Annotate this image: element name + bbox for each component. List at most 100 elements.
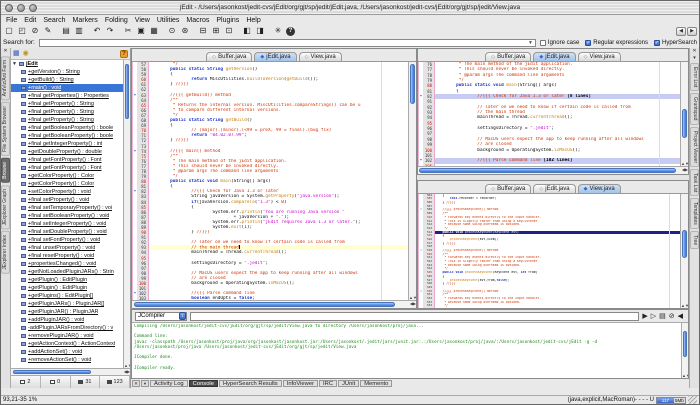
tree-item[interactable]: +getVersion() : String [11, 68, 123, 76]
text-area[interactable]: 57 */58 public static String getVersion(… [132, 62, 408, 300]
tree-item[interactable]: +setColorProperty() : void [11, 188, 123, 196]
vertical-scrollbar[interactable]: ▲▼ [408, 62, 416, 300]
checkbox[interactable]: ✓ [654, 40, 660, 46]
scrollbar-thumb[interactable] [683, 331, 687, 357]
buffer-tab-buffer-java[interactable]: ◇Buffer.java [485, 184, 531, 193]
menu-item-utilities[interactable]: Utilities [157, 17, 180, 24]
buffer-tab-buffer-java[interactable]: ◇Buffer.java [206, 52, 252, 61]
text-area[interactable]: 504 {505 this.recorder = recorder;506 } … [418, 194, 680, 308]
dock-tab-file-system-browser[interactable]: File System Browser [1, 102, 10, 156]
checkbox[interactable]: ✓ [585, 40, 591, 46]
split-vertical-icon[interactable]: ⊡ [224, 26, 234, 37]
tree-item[interactable]: +getPlugins() : EditPlugin[] [11, 292, 123, 300]
tree-item[interactable]: +getBuild() : String [11, 76, 123, 84]
filter-button-31[interactable]: 31 [71, 376, 101, 388]
scrollbar-arrows[interactable]: ◀▶ [682, 168, 688, 172]
console-command-input[interactable] [190, 312, 639, 321]
scrollbar-thumb[interactable] [682, 230, 687, 257]
cut-icon[interactable]: ✂ [123, 26, 133, 37]
tree-item[interactable]: +final getBooleanProperty() : boole [11, 124, 123, 132]
plugin-manager-icon[interactable]: ✳ [273, 26, 283, 37]
tree-item[interactable]: +addPluginJAR() : void [11, 316, 123, 324]
open-file-icon[interactable]: ◰ [17, 26, 27, 37]
buffer-tab-view-java[interactable]: ◆View.java [578, 184, 621, 193]
buffer-tab-jedit-java[interactable]: ◆jEdit.java [533, 52, 575, 61]
tree-item[interactable]: +final getFontProperty() : Font [11, 164, 123, 172]
tree-item[interactable]: +final getProperty() : String [11, 108, 123, 116]
tree-item[interactable]: +getActionContext() : ActionContext [11, 340, 123, 348]
console-shell-select[interactable]: JCompiler ↕ [135, 312, 187, 321]
memory-gauge[interactable]: 117 5Mb [656, 397, 686, 404]
dock-tab-task-list[interactable]: Task List [690, 169, 699, 196]
resize-grip[interactable] [688, 396, 697, 404]
checkbox[interactable] [540, 40, 546, 46]
dock-menu-icon[interactable]: ▾ [141, 380, 149, 387]
scrollbar-arrows[interactable]: ▲▼ [681, 304, 688, 308]
close-buffer-icon[interactable]: ⊘ [30, 26, 40, 37]
class-view-icon[interactable]: ▦ [13, 49, 20, 59]
scrollbar-thumb[interactable] [13, 370, 91, 374]
tree-item[interactable]: +removeActionSet() : void [11, 356, 123, 364]
previous-buffer-icon[interactable]: ◧ [242, 26, 252, 37]
save-output-icon[interactable]: ▤ [659, 312, 666, 320]
run-to-buffer-icon[interactable]: ▷ [651, 312, 656, 320]
select-stepper-icon[interactable]: ↕ [179, 312, 186, 320]
dock-tab-jexplorer-index[interactable]: JExplorer Index [1, 231, 10, 274]
unsplit-icon[interactable]: ⊟ [198, 26, 208, 37]
dock-tab-junit[interactable]: JUnit [338, 380, 359, 387]
dock-menu-icon[interactable]: ▾ [693, 55, 696, 62]
tree-item[interactable]: +final setDoubleProperty() : void [11, 228, 123, 236]
dock-tab-jexplorer-graph[interactable]: JExplorer Graph [1, 185, 10, 229]
search-input[interactable]: ▼ [39, 39, 536, 47]
menu-item-edit[interactable]: Edit [24, 17, 36, 24]
vertical-scrollbar[interactable]: ▲▼ [680, 62, 688, 166]
dock-tab-infoviewer[interactable]: InfoViewer [283, 380, 318, 387]
split-horizontal-icon[interactable]: ⊞ [211, 26, 221, 37]
scrollbar-thumb[interactable] [419, 168, 676, 173]
tree-item[interactable]: +final unsetProperty() : void [11, 244, 123, 252]
print-icon[interactable]: ▤ [61, 26, 71, 37]
title-bar[interactable]: jEdit - /Users/jasonkost/jedit-cvs/jEdit… [1, 1, 699, 15]
close-dock-icon[interactable]: ✕ [3, 48, 7, 55]
code-line[interactable]: 534 */ [419, 304, 680, 308]
dock-tab-activity-log[interactable]: Activity Log [150, 380, 188, 387]
tree-item[interactable]: +getPluginJARs() : PluginJAR[] [11, 300, 123, 308]
dock-tab-hypersearch-results[interactable]: HyperSearch Results [219, 380, 282, 387]
paste-icon[interactable]: ▦ [149, 26, 159, 37]
tree-item[interactable]: +final getFontProperty() : Font [11, 156, 123, 164]
filter-button-123[interactable]: 123 [100, 376, 130, 388]
tree-item[interactable]: +getColorProperty() : Color [11, 172, 123, 180]
tree-item[interactable]: +getColorProperty() : Color [11, 180, 123, 188]
run-icon[interactable]: ▶ [642, 312, 647, 320]
menu-item-file[interactable]: File [6, 17, 17, 24]
dock-tab-antviz-ant-farm[interactable]: AntViz/Ant Farm [1, 56, 10, 100]
tree-item[interactable]: +final setTemporaryProperty() : voi [11, 204, 123, 212]
buffer-tab-view-java[interactable]: ◇View.java [578, 52, 621, 61]
dock-tab-error-list[interactable]: Error List [690, 63, 699, 91]
tree-item[interactable]: +propertiesChanged() : void [11, 260, 123, 268]
tree-item[interactable]: +final getIntegerProperty() : int [11, 140, 123, 148]
edit-pencil-icon[interactable]: ✎ [43, 26, 53, 37]
tree-item[interactable]: +removePluginJAR() : void [11, 332, 123, 340]
tree-item[interactable]: +getPlugin() : EditPlugin [11, 284, 123, 292]
tree-item[interactable]: +final getBooleanProperty() : boole [11, 132, 123, 140]
scrollbar-thumb[interactable] [134, 302, 395, 307]
page-setup-icon[interactable]: ▥ [74, 26, 84, 37]
dock-tab-project-viewer[interactable]: Project Viewer [690, 127, 699, 167]
menu-item-macros[interactable]: Macros [186, 17, 209, 24]
dock-tab-gruntspud[interactable]: Gruntspud [690, 93, 699, 124]
tree-item[interactable]: +getPluginJAR() : PluginJAR [11, 308, 123, 316]
menu-item-view[interactable]: View [135, 17, 150, 24]
tree-item[interactable]: +getNotLoadedPluginJARs() : Strin [11, 268, 123, 276]
tree-item[interactable]: +final setBooleanProperty() : void [11, 212, 123, 220]
console-vertical-scrollbar[interactable]: ▲▼ [681, 323, 688, 378]
browser-help-button[interactable]: ? [120, 50, 128, 58]
next-buffer-icon[interactable]: ◨ [255, 26, 265, 37]
stop-icon[interactable]: ⊘ [669, 312, 675, 320]
filter-button-0[interactable]: 0 [41, 376, 71, 388]
forward-button[interactable]: ▶ [687, 27, 697, 36]
dock-tab-console[interactable]: Console [189, 380, 218, 387]
tree-item[interactable]: +final setIntegerProperty() : void [11, 220, 123, 228]
buffer-tab-jedit-java[interactable]: ◇jEdit.java [533, 184, 575, 193]
menu-item-markers[interactable]: Markers [73, 17, 98, 24]
